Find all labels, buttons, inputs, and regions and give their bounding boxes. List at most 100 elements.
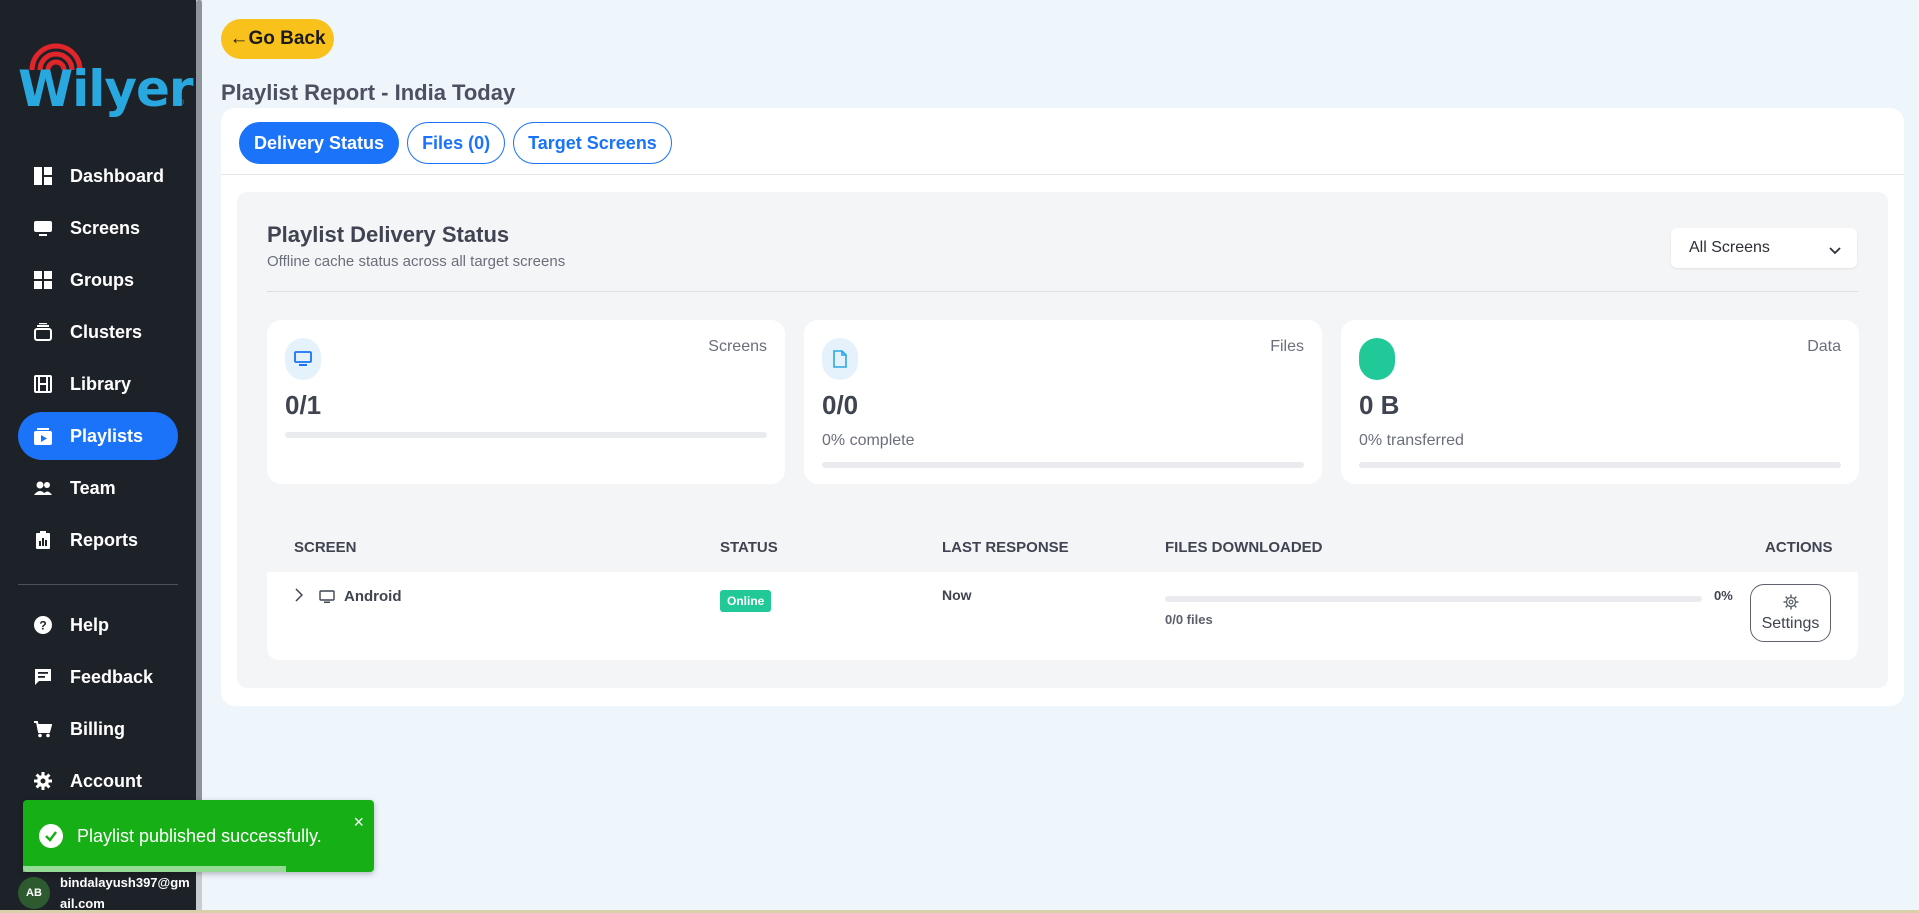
stat-label: Data — [1807, 338, 1841, 355]
brand-name: Wilyer — [18, 60, 194, 118]
help-icon: ? — [34, 616, 52, 634]
sidebar-item-label: Help — [70, 614, 110, 635]
avatar: AB — [18, 877, 50, 909]
stat-subtext: 0% transferred — [1359, 432, 1464, 449]
sidebar-secondary-nav: ? Help Feedback Billing Account — [18, 601, 178, 809]
screen-filter-select[interactable]: All Screens — [1671, 228, 1857, 268]
gear-icon — [1783, 594, 1799, 615]
user-profile[interactable]: AB bindalayush397@gmail.com — [18, 872, 190, 913]
sidebar-item-label: Library — [70, 373, 132, 394]
stat-value: 0/0 — [822, 390, 859, 420]
screens-table: SCREEN STATUS LAST RESPONSE FILES DOWNLO… — [267, 522, 1858, 660]
tab-delivery-status[interactable]: Delivery Status — [239, 122, 400, 164]
sidebar-item-label: Groups — [70, 269, 135, 290]
screen-name[interactable]: Android — [344, 588, 402, 605]
sidebar-item-clusters[interactable]: Clusters — [18, 308, 178, 356]
sidebar-item-label: Clusters — [70, 321, 143, 342]
column-header-status: STATUS — [720, 539, 778, 556]
tabs-divider — [221, 174, 1904, 175]
stat-card-data: Data 0 B 0% transferred — [1341, 320, 1859, 484]
sidebar-item-playlists[interactable]: Playlists — [18, 412, 178, 460]
sidebar-item-library[interactable]: Library — [18, 360, 178, 408]
sidebar-item-label: Account — [70, 770, 142, 791]
sidebar-item-billing[interactable]: Billing — [18, 705, 178, 753]
go-back-button[interactable]: ← Go Back — [221, 19, 334, 59]
stat-value: 0/1 — [285, 390, 322, 420]
user-email: bindalayush397@gmail.com — [60, 875, 190, 911]
sidebar-scrollbar[interactable] — [196, 0, 202, 913]
stat-progress-track — [285, 432, 767, 438]
tab-target-screens[interactable]: Target Screens — [513, 122, 672, 164]
svg-text:?: ? — [39, 619, 46, 633]
scrollbar-thumb[interactable] — [196, 0, 202, 860]
toast-timer-bar — [23, 866, 287, 872]
panel-title: Playlist Delivery Status — [267, 222, 510, 247]
stat-card-screens: Screens 0/1 — [267, 320, 785, 484]
sidebar-item-reports[interactable]: Reports — [18, 516, 178, 564]
column-header-last-response: LAST RESPONSE — [942, 539, 1069, 556]
table-header: SCREEN STATUS LAST RESPONSE FILES DOWNLO… — [267, 522, 1858, 572]
grid-icon — [34, 271, 52, 289]
page-title: Playlist Report - India Today — [221, 80, 516, 105]
sidebar-item-screens[interactable]: Screens — [18, 204, 178, 252]
dashboard-icon — [34, 167, 52, 185]
layers-icon — [34, 323, 52, 341]
column-header-actions: ACTIONS — [1765, 539, 1833, 556]
sidebar-item-label: Feedback — [70, 666, 154, 687]
team-icon — [34, 479, 52, 497]
sidebar-item-help[interactable]: ? Help — [18, 601, 178, 649]
sidebar-item-label: Dashboard — [70, 165, 165, 186]
files-count: 0/0 files — [1165, 612, 1213, 627]
sidebar-item-dashboard[interactable]: Dashboard — [18, 152, 178, 200]
sidebar-nav: Dashboard Screens Groups Clusters Librar… — [18, 152, 178, 568]
gear-icon — [34, 772, 52, 790]
go-back-label: Go Back — [248, 28, 326, 49]
stat-progress-track — [1359, 462, 1841, 468]
sidebar-item-team[interactable]: Team — [18, 464, 178, 512]
panel-divider — [267, 291, 1858, 292]
sidebar-item-label: Team — [70, 477, 116, 498]
files-progress-track — [1165, 596, 1702, 602]
sidebar-item-label: Billing — [70, 718, 125, 739]
files-percent: 0% — [1714, 588, 1733, 603]
panel-subtitle: Offline cache status across all target s… — [267, 253, 566, 270]
report-card: Delivery Status Files (0) Target Screens… — [221, 108, 1904, 706]
sidebar-item-label: Playlists — [70, 425, 144, 446]
check-circle-icon — [39, 824, 63, 848]
chevron-right-icon[interactable] — [295, 588, 304, 606]
registered-mark: ® — [178, 98, 184, 107]
sidebar: Wilyer ® Dashboard Screens Groups Cluste… — [0, 0, 196, 913]
sidebar-item-label: Reports — [70, 529, 139, 550]
stat-card-files: Files 0/0 0% complete — [804, 320, 1322, 484]
feedback-icon — [34, 668, 52, 686]
settings-label: Settings — [1761, 614, 1820, 632]
stat-value: 0 B — [1359, 390, 1400, 420]
status-badge: Online — [720, 590, 772, 612]
settings-button[interactable]: Settings — [1750, 584, 1831, 642]
column-header-screen: SCREEN — [294, 539, 357, 556]
delivery-status-panel: Playlist Delivery Status Offline cache s… — [237, 192, 1888, 688]
stat-progress-track — [822, 462, 1304, 468]
stat-label: Screens — [708, 338, 767, 355]
monitor-icon — [319, 590, 335, 608]
arrow-left-icon: ← — [229, 28, 249, 49]
cart-icon — [34, 720, 52, 738]
success-toast: Playlist published successfully. × — [23, 800, 374, 872]
report-icon — [34, 531, 52, 549]
close-icon[interactable]: × — [353, 812, 364, 833]
sidebar-item-feedback[interactable]: Feedback — [18, 653, 178, 701]
brand-logo[interactable]: Wilyer ® — [18, 36, 194, 118]
data-icon — [1359, 338, 1395, 380]
chevron-down-icon — [1829, 242, 1841, 260]
last-response: Now — [942, 587, 972, 603]
sidebar-item-account[interactable]: Account — [18, 757, 178, 805]
screen-filter-value: All Screens — [1689, 239, 1770, 256]
film-icon — [34, 375, 52, 393]
monitor-icon — [34, 219, 52, 237]
sidebar-item-groups[interactable]: Groups — [18, 256, 178, 304]
stat-label: Files — [1270, 338, 1304, 355]
stat-subtext: 0% complete — [822, 432, 915, 449]
tab-files[interactable]: Files (0) — [407, 122, 506, 164]
sidebar-item-label: Screens — [70, 217, 141, 238]
sidebar-divider — [18, 584, 178, 585]
